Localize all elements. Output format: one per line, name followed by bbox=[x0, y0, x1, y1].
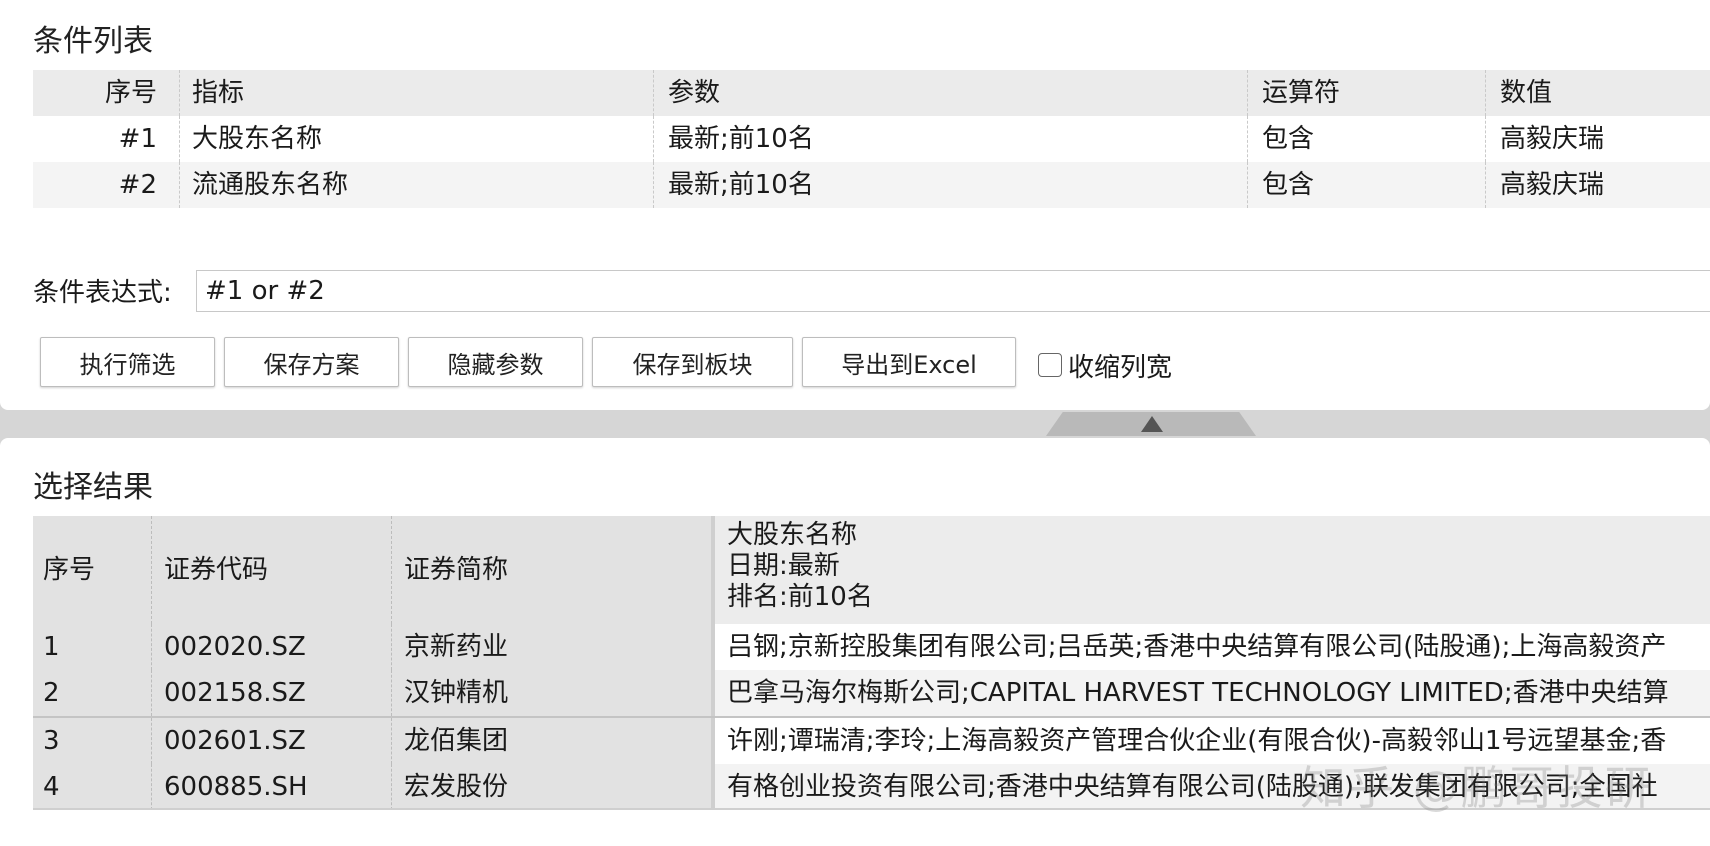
collapse-columns-checkbox[interactable] bbox=[1038, 353, 1062, 377]
row-code: 002158.SZ bbox=[151, 670, 391, 716]
row-name: 汉钟精机 bbox=[391, 670, 711, 716]
save-to-block-button[interactable]: 保存到板块 bbox=[592, 337, 793, 387]
expression-label: 条件表达式: bbox=[33, 278, 172, 308]
collapse-columns-label: 收缩列宽 bbox=[1068, 352, 1173, 383]
row-name: 京新药业 bbox=[391, 624, 711, 670]
header-indicator: 指标 bbox=[179, 70, 653, 116]
result-header-code: 证券代码 bbox=[151, 516, 391, 624]
row-code: 002601.SZ bbox=[151, 718, 391, 764]
condition-row[interactable]: #1 大股东名称 最新;前10名 包含 高毅庆瑞 bbox=[33, 116, 1710, 162]
row-index: 4 bbox=[33, 764, 151, 810]
row-index: 2 bbox=[33, 670, 151, 716]
result-header-name: 证券简称 bbox=[391, 516, 711, 624]
holders-header-date: 日期:最新 bbox=[727, 551, 840, 581]
row-index: 1 bbox=[33, 624, 151, 670]
save-plan-button[interactable]: 保存方案 bbox=[224, 337, 399, 387]
export-excel-button[interactable]: 导出到Excel bbox=[802, 337, 1016, 387]
condition-value: 高毅庆瑞 bbox=[1485, 116, 1710, 162]
table-row[interactable]: 2 002158.SZ 汉钟精机 巴拿马海尔梅斯公司;CAPITAL HARVE… bbox=[33, 670, 1710, 716]
row-holders: 吕钢;京新控股集团有限公司;吕岳英;香港中央结算有限公司(陆股通);上海高毅资产 bbox=[711, 624, 1710, 670]
splitter-up-arrow-icon[interactable] bbox=[1141, 416, 1163, 432]
row-name: 龙佰集团 bbox=[391, 718, 711, 764]
condition-value: 高毅庆瑞 bbox=[1485, 162, 1710, 208]
condition-indicator: 大股东名称 bbox=[179, 116, 653, 162]
condition-table-header: 序号 指标 参数 运算符 数值 bbox=[33, 70, 1710, 116]
condition-operator: 包含 bbox=[1247, 116, 1485, 162]
condition-params: 最新;前10名 bbox=[653, 116, 1247, 162]
holders-header-rank: 排名:前10名 bbox=[727, 582, 873, 612]
row-holders: 巴拿马海尔梅斯公司;CAPITAL HARVEST TECHNOLOGY LIM… bbox=[711, 670, 1710, 716]
condition-panel: 条件列表 序号 指标 参数 运算符 数值 #1 大股东名称 最新;前10名 包含… bbox=[0, 0, 1710, 410]
result-title: 选择结果 bbox=[33, 470, 153, 505]
header-value: 数值 bbox=[1485, 70, 1710, 116]
header-operator: 运算符 bbox=[1247, 70, 1485, 116]
collapse-columns-toggle[interactable]: 收缩列宽 bbox=[1038, 346, 1172, 384]
result-header-holders: 大股东名称 日期:最新 排名:前10名 bbox=[711, 516, 1710, 624]
result-header-index: 序号 bbox=[33, 516, 151, 624]
condition-table: 序号 指标 参数 运算符 数值 #1 大股东名称 最新;前10名 包含 高毅庆瑞… bbox=[33, 70, 1710, 208]
table-row[interactable]: 1 002020.SZ 京新药业 吕钢;京新控股集团有限公司;吕岳英;香港中央结… bbox=[33, 624, 1710, 670]
watermark: 知乎 @鹏哥投研 bbox=[1300, 761, 1653, 815]
row-code: 600885.SH bbox=[151, 764, 391, 810]
condition-index: #2 bbox=[118, 170, 157, 200]
condition-list-title: 条件列表 bbox=[33, 24, 153, 59]
condition-indicator: 流通股东名称 bbox=[179, 162, 653, 208]
condition-operator: 包含 bbox=[1247, 162, 1485, 208]
row-index: 3 bbox=[33, 718, 151, 764]
result-table-header: 序号 证券代码 证券简称 大股东名称 日期:最新 排名:前10名 bbox=[33, 516, 1710, 624]
header-params: 参数 bbox=[653, 70, 1247, 116]
condition-params: 最新;前10名 bbox=[653, 162, 1247, 208]
header-index: 序号 bbox=[104, 78, 157, 108]
holders-header-title: 大股东名称 bbox=[727, 520, 858, 550]
run-filter-button[interactable]: 执行筛选 bbox=[40, 337, 215, 387]
hide-params-button[interactable]: 隐藏参数 bbox=[408, 337, 583, 387]
condition-row[interactable]: #2 流通股东名称 最新;前10名 包含 高毅庆瑞 bbox=[33, 162, 1710, 208]
expression-input[interactable] bbox=[196, 270, 1710, 312]
row-code: 002020.SZ bbox=[151, 624, 391, 670]
condition-index: #1 bbox=[118, 124, 157, 154]
row-name: 宏发股份 bbox=[391, 764, 711, 810]
